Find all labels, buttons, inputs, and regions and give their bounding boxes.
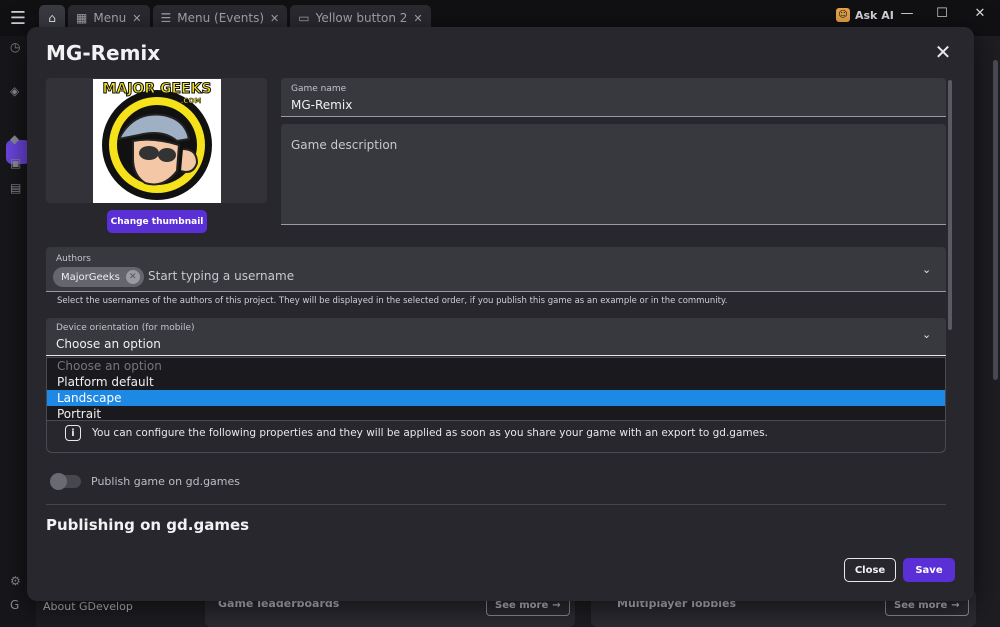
orientation-label: Device orientation (for mobile) (56, 323, 195, 333)
toggle-knob[interactable] (50, 473, 67, 490)
shop-icon[interactable]: ▣ (10, 156, 24, 170)
home-icon: ⌂ (48, 11, 56, 25)
remove-author-icon[interactable]: ✕ (125, 270, 140, 284)
settings-icon[interactable]: ⚙ (10, 574, 24, 588)
close-button[interactable]: Close (844, 558, 896, 582)
authors-field[interactable]: Authors MajorGeeks ✕ Start typing a user… (46, 247, 946, 292)
minimize-button[interactable]: — (887, 0, 927, 26)
thumbnail-panel: MAJOR GEEKS .COM (46, 78, 267, 203)
close-icon[interactable]: ✕ (932, 40, 954, 64)
see-more-label: See more (495, 599, 549, 611)
save-button[interactable]: Save (903, 558, 955, 582)
svg-text:.COM: .COM (181, 97, 202, 105)
info-text: You can configure the following properti… (92, 427, 768, 439)
chevron-down-icon[interactable]: ⌄ (922, 263, 931, 276)
close-icon[interactable]: ✕ (132, 12, 141, 25)
change-thumbnail-button[interactable]: Change thumbnail (107, 210, 207, 233)
orientation-option: Choose an option (57, 359, 162, 373)
publishing-section-title: Publishing on gd.games (46, 516, 250, 534)
orientation-option[interactable]: Landscape (47, 390, 945, 406)
window-close-button[interactable]: ✕ (960, 0, 1000, 26)
close-icon[interactable]: ✕ (413, 12, 422, 25)
about-gdevelop-link[interactable]: About GDevelop (43, 600, 133, 613)
authors-helper-text: Select the usernames of the authors of t… (57, 296, 728, 306)
info-icon: i (65, 425, 81, 441)
ai-icon: ☺ (836, 8, 850, 22)
chevron-down-icon[interactable]: ⌄ (922, 328, 931, 341)
orientation-option[interactable]: Portrait (47, 406, 945, 422)
svg-text:MAJOR GEEKS: MAJOR GEEKS (102, 81, 211, 97)
orientation-value[interactable]: Choose an option (56, 337, 161, 351)
gdevelop-icon[interactable]: G (10, 598, 24, 612)
orientation-dropdown: Choose an option Platform default Landsc… (46, 357, 946, 421)
author-chip-label: MajorGeeks (61, 271, 120, 283)
maximize-button[interactable]: ☐ (922, 0, 962, 26)
tab-label: Yellow button 2 (315, 11, 408, 25)
dialog-title: MG-Remix (46, 41, 161, 65)
ask-ai-button[interactable]: ☺ Ask AI (836, 8, 894, 22)
tab-label: Menu (93, 11, 127, 25)
orientation-option[interactable]: Platform default (47, 374, 945, 390)
publish-toggle[interactable] (50, 473, 81, 490)
authors-label: Authors (56, 254, 91, 264)
arrow-right-icon: → (951, 599, 960, 611)
close-icon[interactable]: ✕ (270, 12, 279, 25)
game-name-field[interactable]: Game name MG-Remix (281, 78, 946, 117)
thumbnail-image: MAJOR GEEKS .COM (93, 79, 221, 203)
play-icon[interactable]: ◆ (10, 132, 24, 146)
divider (46, 504, 946, 505)
authors-input-placeholder[interactable]: Start typing a username (148, 269, 294, 283)
clock-icon[interactable]: ◷ (10, 40, 24, 54)
tab-label: Menu (Events) (177, 11, 265, 25)
publish-toggle-label: Publish game on gd.games (91, 475, 241, 488)
see-more-label: See more (894, 599, 948, 611)
scene-icon: ▦ (76, 11, 88, 25)
object-icon: ▭ (298, 11, 310, 25)
game-name-label: Game name (291, 84, 347, 94)
project-properties-dialog: MG-Remix ✕ MAJOR GEEKS .COM Change thumb… (27, 27, 974, 601)
community-icon[interactable]: ▤ (10, 181, 24, 195)
events-icon: ☰ (160, 11, 172, 25)
dialog-scrollbar[interactable] (948, 80, 952, 330)
game-description-placeholder: Game description (291, 138, 398, 152)
game-description-field[interactable]: Game description (281, 124, 946, 225)
orientation-select[interactable]: Device orientation (for mobile) Choose a… (46, 318, 946, 356)
background-scrollbar[interactable] (993, 60, 998, 380)
game-name-value[interactable]: MG-Remix (291, 98, 352, 112)
arrow-right-icon: → (552, 599, 561, 611)
learn-icon[interactable]: ◈ (10, 84, 24, 98)
author-chip[interactable]: MajorGeeks ✕ (53, 267, 144, 287)
